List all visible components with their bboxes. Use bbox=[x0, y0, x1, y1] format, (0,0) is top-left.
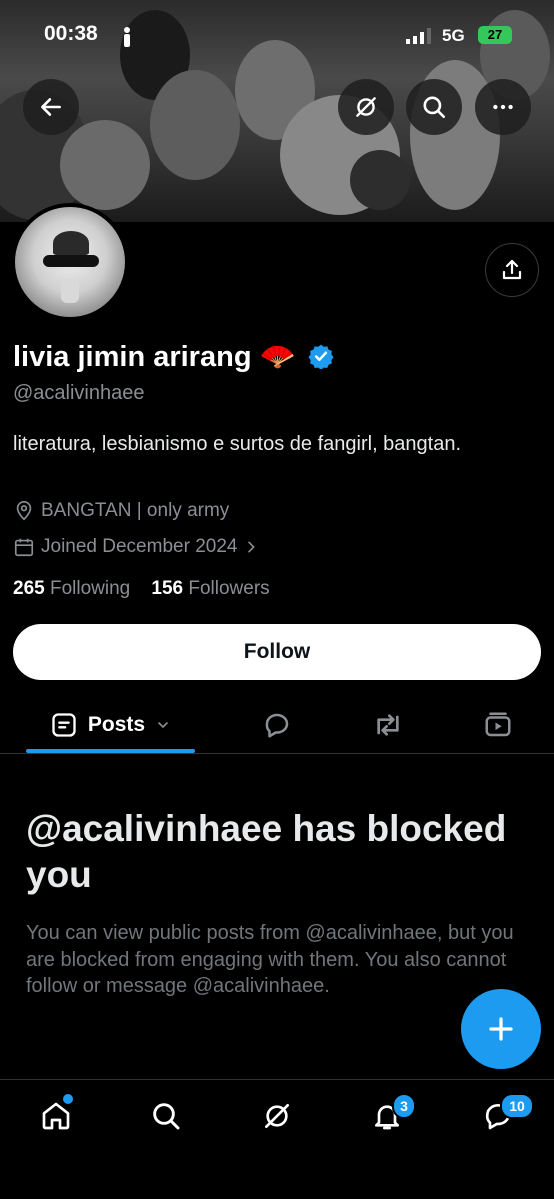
compose-button[interactable] bbox=[461, 989, 541, 1069]
more-icon bbox=[493, 104, 513, 110]
profile-bio: literatura, lesbianismo e surtos de fang… bbox=[13, 433, 462, 455]
grok-icon bbox=[265, 1104, 289, 1128]
location-text: BANGTAN | only army bbox=[41, 500, 230, 521]
back-arrow-icon bbox=[41, 98, 61, 116]
posts-icon bbox=[52, 713, 76, 737]
reposts-icon bbox=[377, 714, 399, 736]
notifications-badge: 3 bbox=[392, 1093, 416, 1119]
display-name-text: livia jimin arirang 🪭 bbox=[13, 341, 296, 373]
blocked-title: @acalivinhaee has blocked you bbox=[26, 808, 507, 895]
plus-icon bbox=[489, 1017, 513, 1041]
home-unread-dot bbox=[61, 1092, 75, 1106]
blocked-body: You can view public posts from @acalivin… bbox=[26, 922, 514, 997]
follow-button[interactable]: Follow bbox=[13, 624, 541, 680]
media-icon bbox=[485, 712, 511, 737]
share-button[interactable] bbox=[485, 243, 539, 297]
profile-handle: @acalivinhaee bbox=[13, 382, 145, 404]
verified-badge-icon[interactable] bbox=[308, 343, 334, 370]
following-label: Following bbox=[49, 578, 131, 599]
signal-icon bbox=[406, 28, 431, 44]
display-name: livia jimin arirang 🪭 bbox=[13, 340, 334, 374]
replies-icon bbox=[265, 713, 289, 738]
search-icon bbox=[153, 1103, 180, 1130]
tab-media[interactable] bbox=[474, 702, 522, 748]
tab-replies[interactable] bbox=[253, 702, 301, 748]
status-time: 00:38 bbox=[44, 22, 98, 45]
followers-label: Followers bbox=[188, 578, 270, 599]
tab-posts[interactable]: Posts bbox=[26, 702, 195, 748]
share-icon bbox=[502, 259, 522, 280]
location-pin-icon bbox=[16, 501, 32, 521]
chevron-right-icon bbox=[248, 541, 256, 553]
search-button[interactable] bbox=[406, 79, 462, 135]
joined-row[interactable]: Joined December 2024 bbox=[13, 536, 259, 558]
grok-icon bbox=[356, 97, 376, 117]
tab-reposts[interactable] bbox=[364, 702, 412, 748]
network-label: 5G bbox=[442, 26, 465, 45]
messages-badge: 10 bbox=[500, 1093, 534, 1119]
location-row: BANGTAN | only army bbox=[13, 500, 229, 522]
tabs-divider bbox=[0, 753, 554, 754]
following-count: 265 bbox=[13, 578, 45, 599]
follow-counts: 265 Following 156 Followers bbox=[13, 578, 270, 600]
joined-text: Joined December 2024 bbox=[41, 536, 238, 557]
bottom-nav-divider bbox=[0, 1079, 554, 1080]
more-button[interactable] bbox=[475, 79, 531, 135]
avatar[interactable] bbox=[15, 207, 125, 317]
chevron-down-icon bbox=[158, 722, 168, 729]
person-icon bbox=[124, 27, 130, 47]
calendar-icon bbox=[14, 538, 34, 557]
followers-count: 156 bbox=[151, 578, 184, 599]
back-button[interactable] bbox=[23, 79, 79, 135]
following-link[interactable]: 265 Following bbox=[13, 578, 130, 599]
nav-grok[interactable] bbox=[254, 1093, 300, 1139]
tab-posts-label: Posts bbox=[87, 713, 146, 736]
followers-link[interactable]: 156 Followers bbox=[151, 578, 269, 599]
grok-button[interactable] bbox=[338, 79, 394, 135]
battery-indicator: 27 bbox=[478, 26, 512, 44]
search-icon bbox=[423, 96, 446, 119]
nav-search[interactable] bbox=[143, 1093, 189, 1139]
